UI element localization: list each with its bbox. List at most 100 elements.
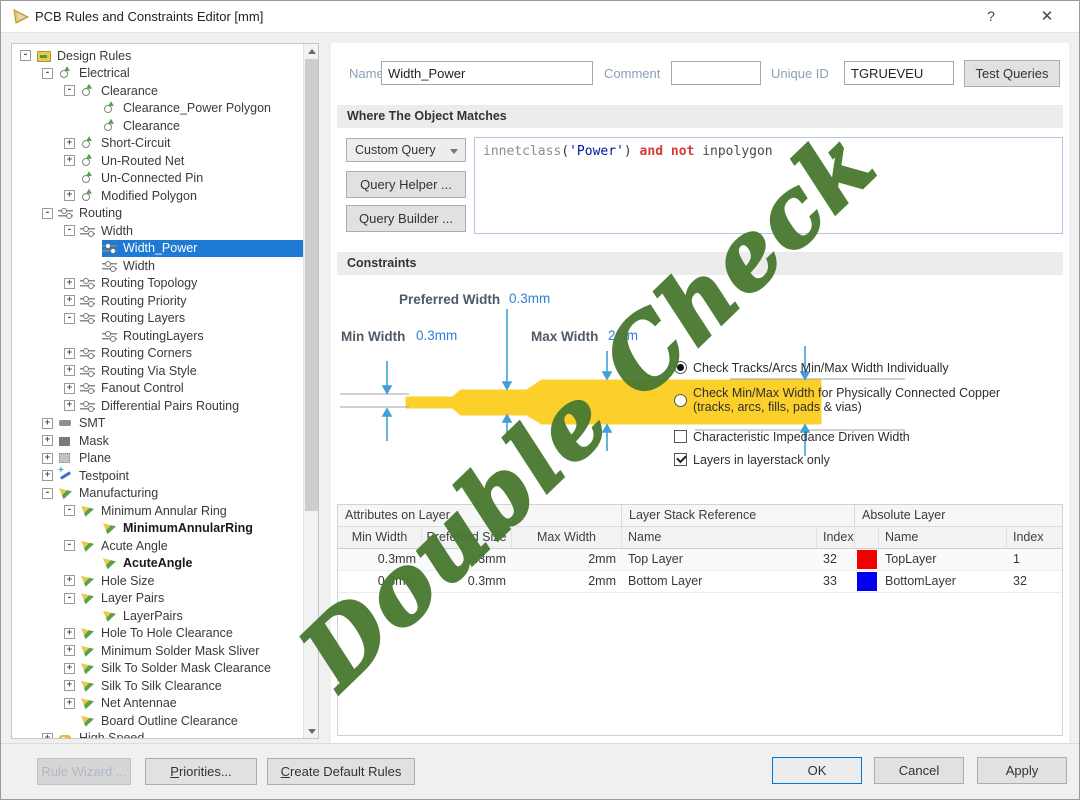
tree-item-electrical[interactable]: Electrical bbox=[12, 65, 303, 83]
tree-item-width-power[interactable]: Width_Power bbox=[12, 240, 303, 258]
expander-icon[interactable] bbox=[64, 698, 75, 709]
max-width-cell[interactable]: 2mm bbox=[512, 571, 622, 592]
scroll-down-icon[interactable] bbox=[304, 724, 319, 738]
expander-icon[interactable] bbox=[64, 505, 75, 516]
expander-icon[interactable] bbox=[42, 488, 53, 499]
expander-icon[interactable] bbox=[64, 278, 75, 289]
tree-item-design-rules[interactable]: Design Rules bbox=[12, 47, 303, 65]
expander-icon[interactable] bbox=[42, 470, 53, 481]
scope-dropdown[interactable]: Custom Query bbox=[346, 138, 466, 162]
tree-item-short-circuit[interactable]: Short-Circuit bbox=[12, 135, 303, 153]
tree-item-routing-via-style[interactable]: Routing Via Style bbox=[12, 362, 303, 380]
query-builder-button[interactable]: Query Builder ... bbox=[346, 205, 466, 232]
tree-item-minimum-solder-mask-sliver[interactable]: Minimum Solder Mask Sliver bbox=[12, 642, 303, 660]
tree-item-un-connected-pin[interactable]: Un-Connected Pin bbox=[12, 170, 303, 188]
tree-item-routing[interactable]: Routing bbox=[12, 205, 303, 223]
expander-icon[interactable] bbox=[64, 348, 75, 359]
tree-scrollbar[interactable] bbox=[303, 44, 318, 738]
expander-icon[interactable] bbox=[64, 540, 75, 551]
expander-icon[interactable] bbox=[64, 225, 75, 236]
preferred-size-cell[interactable]: 0.3mm bbox=[422, 571, 512, 592]
tree-item-minimumannularring[interactable]: MinimumAnnularRing bbox=[12, 520, 303, 538]
test-queries-button[interactable]: Test Queries bbox=[964, 60, 1060, 87]
tree-item-layer-pairs[interactable]: Layer Pairs bbox=[12, 590, 303, 608]
tree-item-plane[interactable]: Plane bbox=[12, 450, 303, 468]
expander-icon[interactable] bbox=[42, 208, 53, 219]
radio-check-individually[interactable]: Check Tracks/Arcs Min/Max Width Individu… bbox=[674, 361, 949, 375]
expander-icon[interactable] bbox=[64, 190, 75, 201]
tree-item-silk-to-silk-clearance[interactable]: Silk To Silk Clearance bbox=[12, 677, 303, 695]
expander-icon[interactable] bbox=[64, 383, 75, 394]
ref-layer-name-cell[interactable]: Bottom Layer bbox=[622, 571, 817, 592]
tree-item-clearance-power-polygon[interactable]: Clearance_Power Polygon bbox=[12, 100, 303, 118]
preferred-width-value[interactable]: 0.3mm bbox=[509, 291, 550, 306]
expander-icon[interactable] bbox=[64, 628, 75, 639]
expander-icon[interactable] bbox=[64, 85, 75, 96]
expander-icon[interactable] bbox=[64, 313, 75, 324]
apply-button[interactable]: Apply bbox=[977, 757, 1067, 784]
priorities-button[interactable]: Priorities... bbox=[145, 758, 257, 785]
query-editor[interactable]: innetclass('Power') and not inpolygon bbox=[474, 137, 1063, 234]
scrollbar-thumb[interactable] bbox=[305, 59, 318, 511]
tree-item-modified-polygon[interactable]: Modified Polygon bbox=[12, 187, 303, 205]
ref-layer-index-cell[interactable]: 33 bbox=[817, 571, 855, 592]
close-button[interactable]: ✕ bbox=[1029, 5, 1065, 28]
unique-id-input[interactable] bbox=[844, 61, 954, 85]
tree-item-minimum-annular-ring[interactable]: Minimum Annular Ring bbox=[12, 502, 303, 520]
tree-item-clearance[interactable]: Clearance bbox=[12, 82, 303, 100]
tree-item-mask[interactable]: Mask bbox=[12, 432, 303, 450]
tree-item-board-outline-clearance[interactable]: Board Outline Clearance bbox=[12, 712, 303, 730]
tree-item-net-antennae[interactable]: Net Antennae bbox=[12, 695, 303, 713]
expander-icon[interactable] bbox=[20, 50, 31, 61]
expander-icon[interactable] bbox=[42, 453, 53, 464]
tree-item-routing-layers[interactable]: Routing Layers bbox=[12, 310, 303, 328]
comment-input[interactable] bbox=[671, 61, 761, 85]
ref-layer-index-cell[interactable]: 32 bbox=[817, 549, 855, 570]
tree-item-routing-priority[interactable]: Routing Priority bbox=[12, 292, 303, 310]
rule-name-input[interactable] bbox=[381, 61, 593, 85]
expander-icon[interactable] bbox=[64, 295, 75, 306]
radio-off-icon[interactable] bbox=[674, 394, 687, 407]
tree-item-acuteangle[interactable]: AcuteAngle bbox=[12, 555, 303, 573]
tree-item-silk-to-solder-mask-clearance[interactable]: Silk To Solder Mask Clearance bbox=[12, 660, 303, 678]
abs-layer-name-cell[interactable]: TopLayer bbox=[879, 549, 1007, 570]
scroll-up-icon[interactable] bbox=[304, 44, 319, 58]
preferred-size-cell[interactable]: 0.3mm bbox=[422, 549, 512, 570]
checkbox-layers-in-layerstack[interactable]: Layers in layerstack only bbox=[674, 453, 830, 467]
tree-item-width-rule[interactable]: Width bbox=[12, 257, 303, 275]
checkbox-checked-icon[interactable] bbox=[674, 453, 687, 466]
ref-layer-name-cell[interactable]: Top Layer bbox=[622, 549, 817, 570]
expander-icon[interactable] bbox=[64, 645, 75, 656]
tree-item-hole-to-hole-clearance[interactable]: Hole To Hole Clearance bbox=[12, 625, 303, 643]
create-default-rules-button[interactable]: Create Default Rules bbox=[267, 758, 415, 785]
expander-icon[interactable] bbox=[42, 733, 53, 739]
ok-button[interactable]: OK bbox=[772, 757, 862, 784]
expander-icon[interactable] bbox=[64, 400, 75, 411]
tree-item-hole-size[interactable]: Hole Size bbox=[12, 572, 303, 590]
min-width-cell[interactable]: 0.3mm bbox=[338, 571, 422, 592]
tree-item-width[interactable]: Width bbox=[12, 222, 303, 240]
expander-icon[interactable] bbox=[64, 155, 75, 166]
tree-item-un-routed-net[interactable]: Un-Routed Net bbox=[12, 152, 303, 170]
tree-item-testpoint[interactable]: Testpoint bbox=[12, 467, 303, 485]
min-width-value[interactable]: 0.3mm bbox=[416, 328, 457, 343]
tree-item-clearance-rule[interactable]: Clearance bbox=[12, 117, 303, 135]
checkbox-impedance-driven[interactable]: Characteristic Impedance Driven Width bbox=[674, 430, 910, 444]
tree-item-differential-pairs-routing[interactable]: Differential Pairs Routing bbox=[12, 397, 303, 415]
help-button[interactable]: ? bbox=[973, 5, 1009, 28]
tree-item-acute-angle[interactable]: Acute Angle bbox=[12, 537, 303, 555]
cancel-button[interactable]: Cancel bbox=[874, 757, 964, 784]
expander-icon[interactable] bbox=[64, 680, 75, 691]
expander-icon[interactable] bbox=[42, 68, 53, 79]
abs-layer-index-cell[interactable]: 32 bbox=[1007, 571, 1062, 592]
max-width-value[interactable]: 2mm bbox=[608, 328, 638, 343]
query-helper-button[interactable]: Query Helper ... bbox=[346, 171, 466, 198]
tree-item-smt[interactable]: SMT bbox=[12, 415, 303, 433]
expander-icon[interactable] bbox=[64, 593, 75, 604]
max-width-cell[interactable]: 2mm bbox=[512, 549, 622, 570]
tree-item-routinglayers[interactable]: RoutingLayers bbox=[12, 327, 303, 345]
radio-on-icon[interactable] bbox=[674, 361, 687, 374]
abs-layer-name-cell[interactable]: BottomLayer bbox=[879, 571, 1007, 592]
expander-icon[interactable] bbox=[64, 365, 75, 376]
tree-item-routing-topology[interactable]: Routing Topology bbox=[12, 275, 303, 293]
